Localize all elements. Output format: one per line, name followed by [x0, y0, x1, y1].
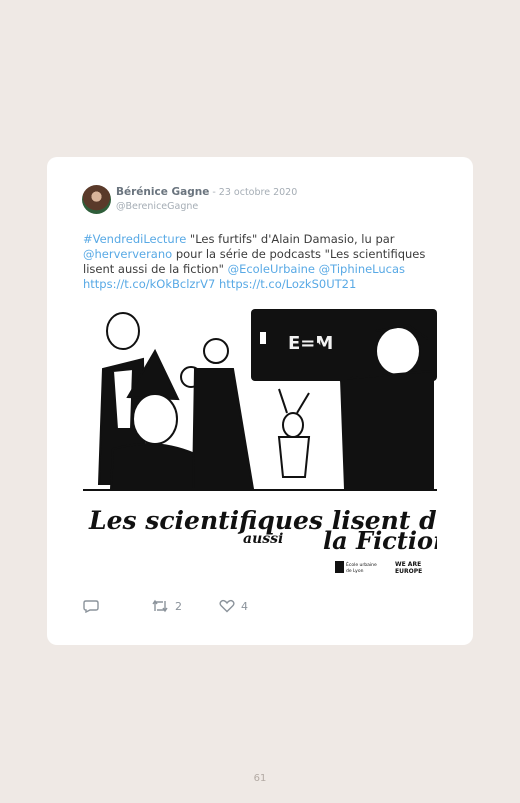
- author-name[interactable]: Bérénice Gagne: [116, 186, 209, 198]
- mention-link[interactable]: @EcoleUrbaine: [228, 262, 315, 276]
- tweet-image[interactable]: E=M Les scientifiques lisent de aussi la…: [83, 309, 437, 581]
- heart-icon: [219, 599, 235, 613]
- page-number: 61: [253, 773, 267, 784]
- hashtag-link[interactable]: #VendrediLecture: [83, 232, 186, 246]
- like-button[interactable]: 4: [219, 599, 248, 613]
- tweet-actions: 2 4: [83, 599, 383, 617]
- author-line: Bérénice Gagne - 23 octobre 2020: [116, 186, 297, 198]
- blackboard-equation: E=M: [288, 333, 333, 354]
- tweet-date[interactable]: - 23 octobre 2020: [209, 187, 297, 198]
- we-are-europe-logo-line2: EUROPE: [395, 568, 422, 575]
- ecole-urbaine-logo-line2: de Lyon: [346, 568, 364, 574]
- url-link[interactable]: https://t.co/LozkS0UT21: [219, 277, 356, 291]
- rabbit-figure: [277, 388, 311, 478]
- caption-aussi: aussi: [243, 531, 283, 547]
- avatar[interactable]: [82, 185, 111, 214]
- retweet-button[interactable]: 2: [151, 599, 182, 613]
- like-count: 4: [241, 599, 248, 613]
- caption-line2: la Fiction: [323, 526, 437, 555]
- reply-button[interactable]: [83, 599, 99, 613]
- author-handle[interactable]: @BereniceGagne: [116, 201, 198, 212]
- ecole-urbaine-logo-line1: École urbaine: [346, 560, 377, 568]
- retweet-count: 2: [175, 599, 182, 613]
- text-part: "Les furtifs" d'Alain Damasio, lu par: [186, 232, 395, 246]
- tweet-text: #VendrediLecture "Les furtifs" d'Alain D…: [83, 232, 438, 292]
- ecole-urbaine-logo: [335, 561, 344, 573]
- url-link[interactable]: https://t.co/kOkBclzrV7: [83, 277, 215, 291]
- mention-link[interactable]: @TiphineLucas: [319, 262, 405, 276]
- reply-icon: [83, 600, 99, 613]
- retweet-icon: [152, 599, 168, 613]
- tweet-card: Bérénice Gagne - 23 octobre 2020 @Bereni…: [47, 157, 473, 645]
- mention-link[interactable]: @herververano: [83, 247, 172, 261]
- we-are-europe-logo-line1: WE ARE: [395, 561, 421, 568]
